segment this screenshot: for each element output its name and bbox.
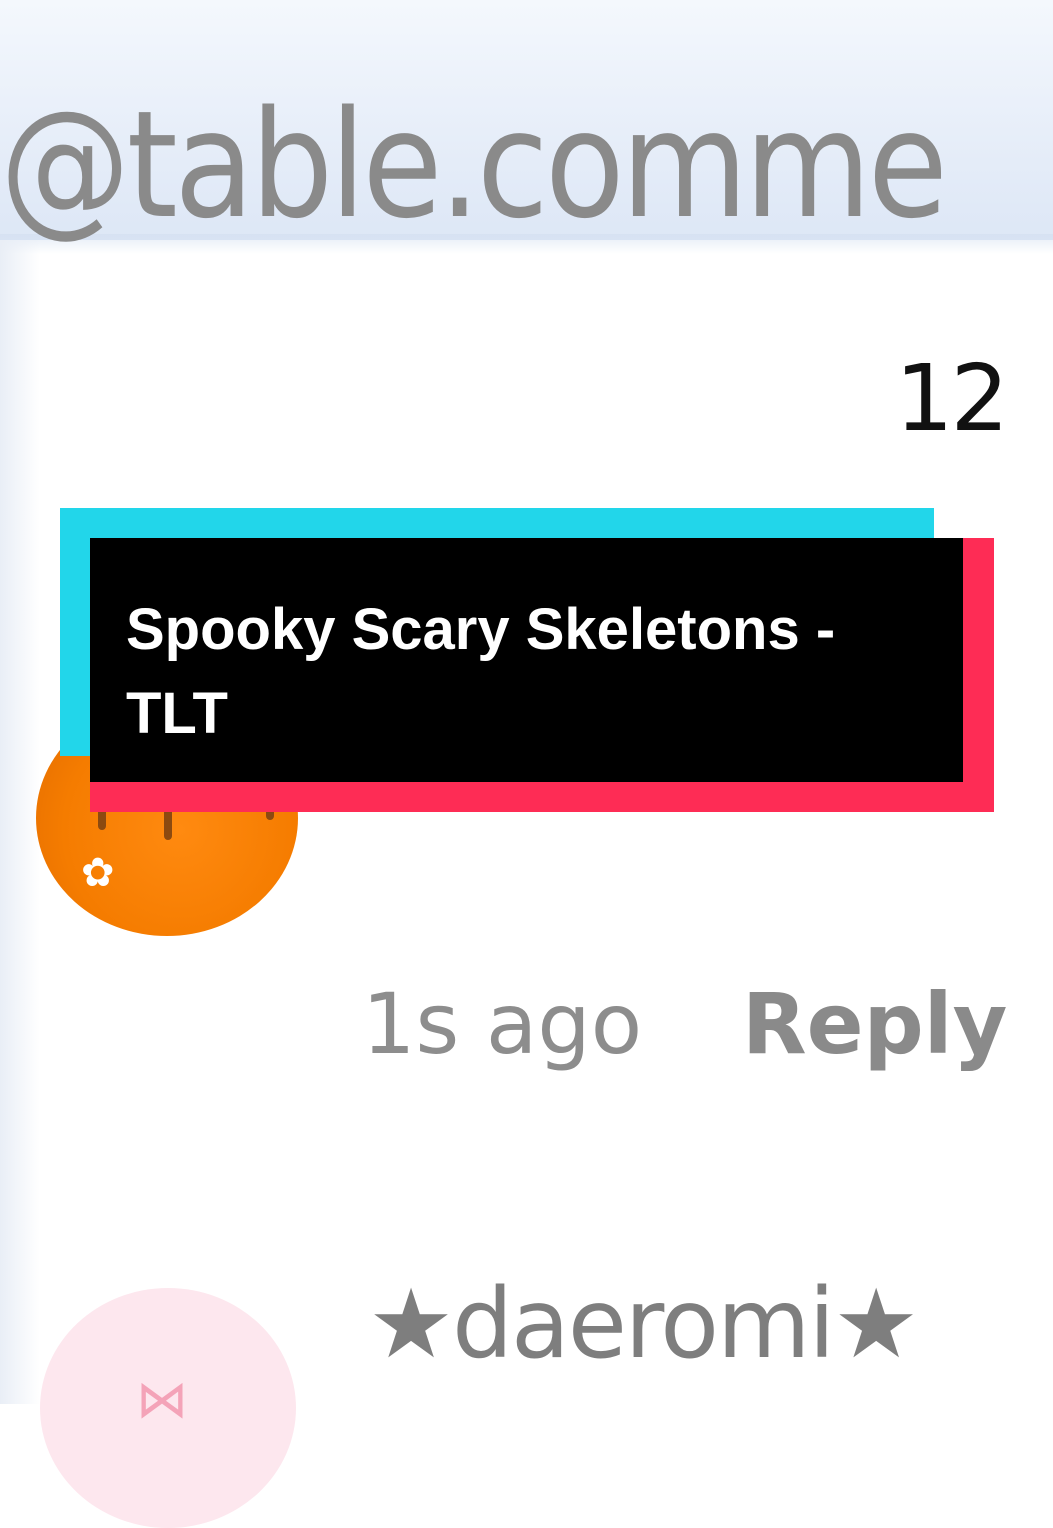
next-commenter-avatar[interactable]: ⋈ xyxy=(40,1288,296,1528)
comment-count: 12 xyxy=(895,345,1009,452)
comment-timestamp: 1s ago xyxy=(362,975,643,1073)
bow-icon: ⋈ xyxy=(136,1371,188,1429)
overlay-title: Spooky Scary Skeletons - TLT xyxy=(126,597,836,746)
mention-text[interactable]: @table.comme xyxy=(0,80,948,250)
avatar-character-icon: ✿ xyxy=(81,851,115,895)
reply-button[interactable]: Reply xyxy=(742,975,1007,1073)
left-edge-shade xyxy=(0,240,40,1404)
next-commenter-username[interactable]: ★daeromi★ xyxy=(368,1268,919,1380)
